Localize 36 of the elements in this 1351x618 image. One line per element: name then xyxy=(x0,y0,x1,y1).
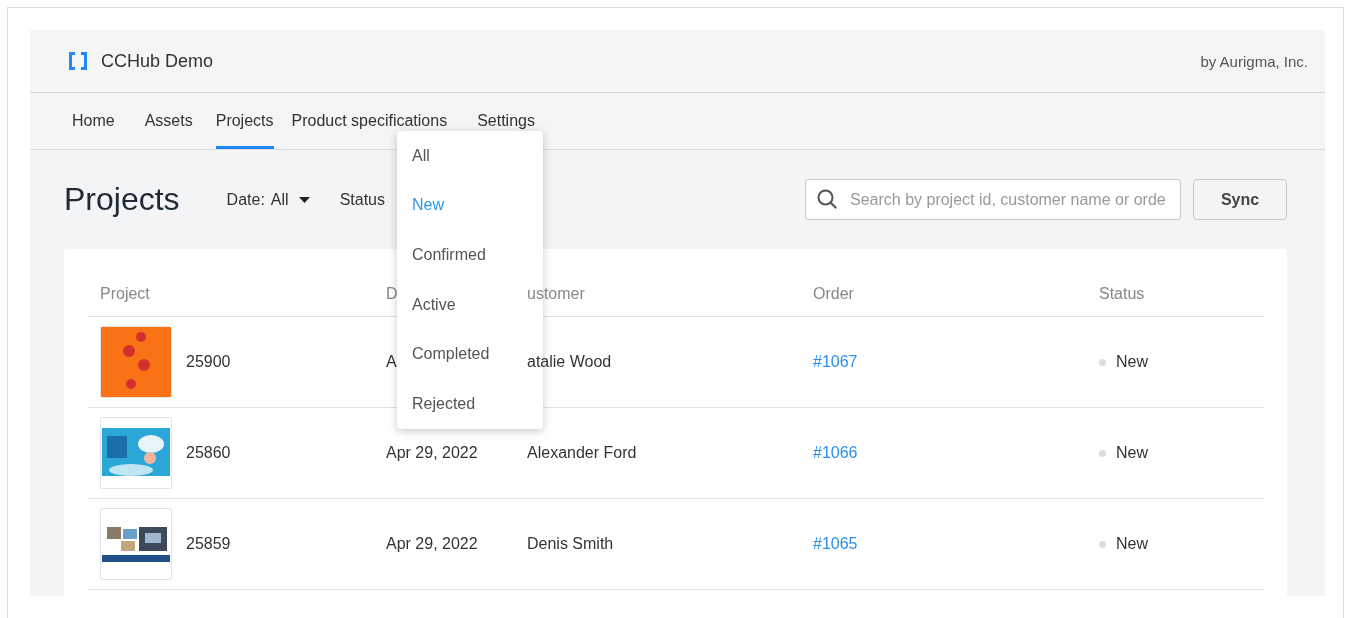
status-dot-icon xyxy=(1099,449,1106,457)
status-filter[interactable]: Status xyxy=(339,190,385,209)
filter-label: Date: xyxy=(226,190,265,209)
column-header: D xyxy=(385,284,398,303)
search-field[interactable]: Search by project id, customer name or orde xyxy=(805,179,1181,220)
app-title: CCHub Demo xyxy=(101,50,214,72)
project-id: 25859 xyxy=(186,535,231,553)
menu-item[interactable]: Confirmed xyxy=(397,230,543,280)
page-title: Projects xyxy=(64,181,180,218)
column-header: Order xyxy=(812,284,854,303)
vendor-text: by Aurigma, Inc. xyxy=(1200,52,1308,70)
nav-tab[interactable]: Home xyxy=(72,93,130,149)
filter-value: All xyxy=(270,190,289,209)
customer-cell-text: Denis Smith xyxy=(526,535,614,553)
menu-item[interactable]: Rejected xyxy=(397,378,543,429)
column-header: Status xyxy=(1098,284,1145,303)
status-cell: New xyxy=(1116,353,1148,371)
customer-cell-text: atalie Wood xyxy=(526,353,612,371)
bracket-logo-icon xyxy=(67,50,89,72)
project-id: 25900 xyxy=(186,353,231,371)
status-cell: New xyxy=(1116,535,1148,553)
nav-tab[interactable]: Assets xyxy=(144,93,208,149)
nav-tab[interactable]: Projects xyxy=(215,93,274,149)
status-cell: New xyxy=(1116,444,1148,462)
sync-button[interactable]: Sync xyxy=(1193,179,1287,220)
column-header: Project xyxy=(99,284,150,303)
caret-icon xyxy=(298,196,310,203)
date-cell-text: A xyxy=(385,353,397,371)
date-cell-text: Apr 29, 2022 xyxy=(385,535,478,553)
project-id: 25860 xyxy=(186,444,231,462)
status-dot-icon xyxy=(1099,358,1106,366)
column-header: ustomer xyxy=(526,284,585,303)
date-filter[interactable]: Date: All xyxy=(226,190,310,209)
customer-cell-text: Alexander Ford xyxy=(526,444,637,462)
status-dot-icon xyxy=(1099,540,1106,548)
date-cell-text: Apr 29, 2022 xyxy=(385,444,478,462)
